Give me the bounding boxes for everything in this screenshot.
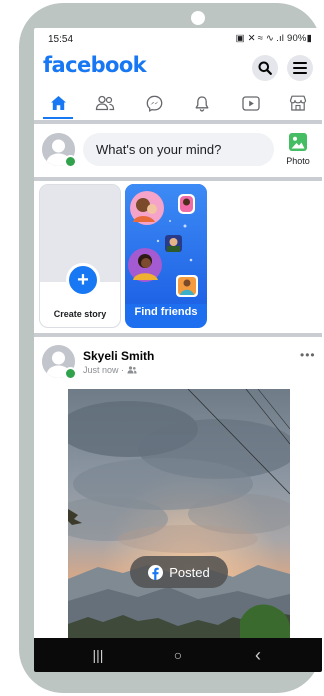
plus-icon: + bbox=[66, 263, 100, 297]
photo-button[interactable]: Photo bbox=[280, 132, 316, 170]
tab-messenger[interactable] bbox=[136, 88, 172, 118]
sunset-sky-photo bbox=[68, 389, 290, 641]
marketplace-icon bbox=[289, 95, 307, 111]
recents-icon: ||| bbox=[92, 647, 104, 663]
menu-icon bbox=[293, 62, 307, 74]
divider bbox=[34, 333, 322, 337]
status-bar: 15:54 ▣ ✕ ≈ ∿ .ıl 90%▮ bbox=[34, 28, 322, 50]
tab-home[interactable] bbox=[40, 88, 76, 118]
post-author-name[interactable]: Skyeli Smith bbox=[83, 349, 154, 363]
search-button[interactable] bbox=[252, 55, 278, 81]
menu-button[interactable] bbox=[287, 55, 313, 81]
home-icon bbox=[50, 96, 66, 110]
home-circle-icon: ○ bbox=[173, 647, 183, 663]
post-more-button[interactable]: ••• bbox=[300, 348, 316, 362]
status-icons: ▣ ✕ ≈ ∿ .ıl 90%▮ bbox=[235, 33, 312, 44]
back-button[interactable]: ‹ bbox=[238, 638, 278, 672]
facebook-icon bbox=[148, 564, 164, 580]
whats-on-your-mind-input[interactable]: What's on your mind? bbox=[83, 133, 274, 166]
tab-video[interactable] bbox=[233, 88, 269, 118]
posted-toast: Posted bbox=[130, 556, 228, 588]
photo-icon bbox=[289, 133, 307, 151]
home-button[interactable]: ○ bbox=[158, 638, 198, 672]
phone-screen: 15:54 ▣ ✕ ≈ ∿ .ıl 90%▮ facebook What's o… bbox=[34, 28, 322, 672]
online-status-dot bbox=[64, 155, 77, 168]
camera-punch-hole bbox=[191, 11, 205, 25]
tab-notifications[interactable] bbox=[184, 88, 220, 118]
search-icon bbox=[258, 61, 272, 75]
find-friends-label: Find friends bbox=[134, 306, 198, 318]
messenger-icon bbox=[146, 95, 162, 112]
toast-text: Posted bbox=[169, 564, 210, 580]
create-story-label: Create story bbox=[53, 309, 107, 319]
friends-audience-icon bbox=[127, 366, 137, 374]
back-icon: ‹ bbox=[255, 644, 261, 665]
friends-icon bbox=[95, 95, 115, 111]
divider bbox=[34, 120, 322, 124]
status-time: 15:54 bbox=[48, 34, 74, 45]
status-indicators: ▣ ✕ ≈ ∿ .ıl 90%▮ bbox=[236, 33, 312, 44]
create-story-card[interactable]: + Create story bbox=[39, 184, 121, 328]
tab-marketplace[interactable] bbox=[280, 88, 316, 118]
main-nav bbox=[34, 88, 322, 120]
post-photo[interactable] bbox=[68, 389, 290, 641]
photo-label: Photo bbox=[286, 156, 310, 166]
post-time[interactable]: Just now bbox=[83, 365, 119, 375]
active-tab-indicator bbox=[43, 117, 73, 119]
find-friends-card[interactable]: Find friends bbox=[125, 184, 207, 328]
friends-collage-image bbox=[125, 184, 207, 304]
divider bbox=[34, 177, 322, 181]
facebook-logo[interactable]: facebook bbox=[43, 53, 147, 77]
post-meta: Just now · bbox=[83, 365, 137, 375]
bell-icon bbox=[195, 95, 209, 112]
video-icon bbox=[242, 95, 260, 111]
online-status-dot bbox=[64, 367, 77, 380]
recents-button[interactable]: ||| bbox=[78, 638, 118, 672]
tab-friends[interactable] bbox=[87, 88, 123, 118]
system-nav-bar: ||| ○ ‹ bbox=[34, 638, 322, 672]
